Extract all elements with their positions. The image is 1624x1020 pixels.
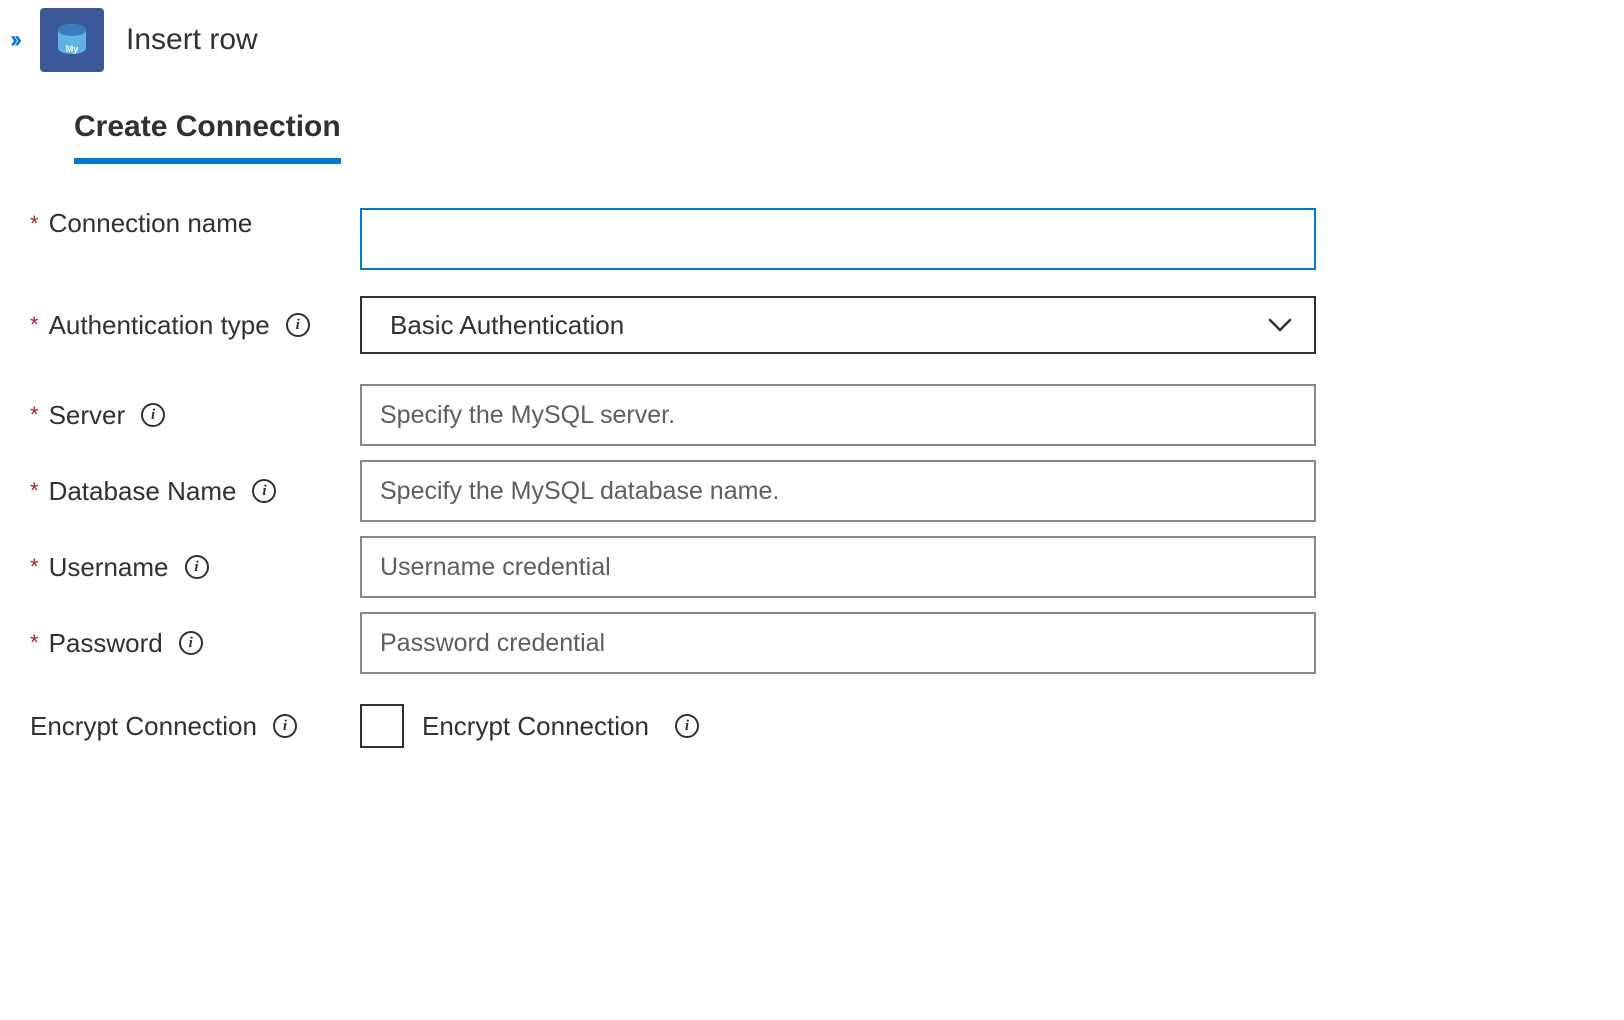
encrypt-label: Encrypt Connection — [30, 711, 257, 742]
label-cell: * Server i — [30, 400, 360, 431]
expand-panel-icon[interactable]: ›› — [10, 26, 18, 54]
row-server: * Server i — [30, 384, 1594, 446]
chevron-down-icon — [1268, 318, 1292, 332]
server-label: Server — [49, 400, 126, 431]
required-asterisk: * — [30, 312, 39, 338]
encrypt-checkbox-row: Encrypt Connection i — [360, 704, 1316, 748]
mysql-connector-icon: My — [40, 8, 104, 72]
required-asterisk: * — [30, 630, 39, 656]
connection-name-label: Connection name — [49, 208, 253, 239]
auth-type-selected: Basic Authentication — [390, 310, 624, 341]
encrypt-checkbox-label: Encrypt Connection — [422, 711, 649, 742]
info-icon[interactable]: i — [675, 714, 699, 738]
input-cell: Basic Authentication — [360, 296, 1316, 354]
username-label: Username — [49, 552, 169, 583]
action-title: Insert row — [126, 23, 258, 57]
row-encrypt: Encrypt Connection i Encrypt Connection … — [30, 704, 1594, 748]
info-icon[interactable]: i — [286, 313, 310, 337]
required-asterisk: * — [30, 211, 39, 237]
password-input[interactable] — [360, 612, 1316, 674]
required-asterisk: * — [30, 402, 39, 428]
info-icon[interactable]: i — [179, 631, 203, 655]
svg-text:My: My — [66, 44, 79, 54]
tab-bar: Create Connection — [74, 110, 1624, 164]
connection-name-input[interactable] — [360, 208, 1316, 270]
row-auth-type: * Authentication type i Basic Authentica… — [30, 296, 1594, 354]
server-input[interactable] — [360, 384, 1316, 446]
tab-create-connection[interactable]: Create Connection — [74, 110, 341, 164]
row-username: * Username i — [30, 536, 1594, 598]
required-asterisk: * — [30, 554, 39, 580]
label-cell: Encrypt Connection i — [30, 711, 360, 742]
auth-type-select[interactable]: Basic Authentication — [360, 296, 1316, 354]
input-cell — [360, 208, 1316, 270]
label-cell: * Password i — [30, 628, 360, 659]
input-cell — [360, 612, 1316, 674]
row-connection-name: * Connection name — [30, 208, 1594, 270]
label-cell: * Database Name i — [30, 476, 360, 507]
username-input[interactable] — [360, 536, 1316, 598]
input-cell — [360, 536, 1316, 598]
required-asterisk: * — [30, 478, 39, 504]
label-cell: * Username i — [30, 552, 360, 583]
label-cell: * Authentication type i — [30, 310, 360, 341]
panel-header: ›› My Insert row — [0, 0, 1624, 80]
info-icon[interactable]: i — [273, 714, 297, 738]
info-icon[interactable]: i — [141, 403, 165, 427]
connection-form: * Connection name * Authentication type … — [0, 208, 1624, 748]
info-icon[interactable]: i — [252, 479, 276, 503]
input-cell — [360, 384, 1316, 446]
auth-type-label: Authentication type — [49, 310, 270, 341]
password-label: Password — [49, 628, 163, 659]
database-input[interactable] — [360, 460, 1316, 522]
encrypt-checkbox[interactable] — [360, 704, 404, 748]
input-cell — [360, 460, 1316, 522]
row-database: * Database Name i — [30, 460, 1594, 522]
database-label: Database Name — [49, 476, 237, 507]
label-cell: * Connection name — [30, 208, 360, 239]
row-password: * Password i — [30, 612, 1594, 674]
info-icon[interactable]: i — [185, 555, 209, 579]
input-cell: Encrypt Connection i — [360, 704, 1316, 748]
